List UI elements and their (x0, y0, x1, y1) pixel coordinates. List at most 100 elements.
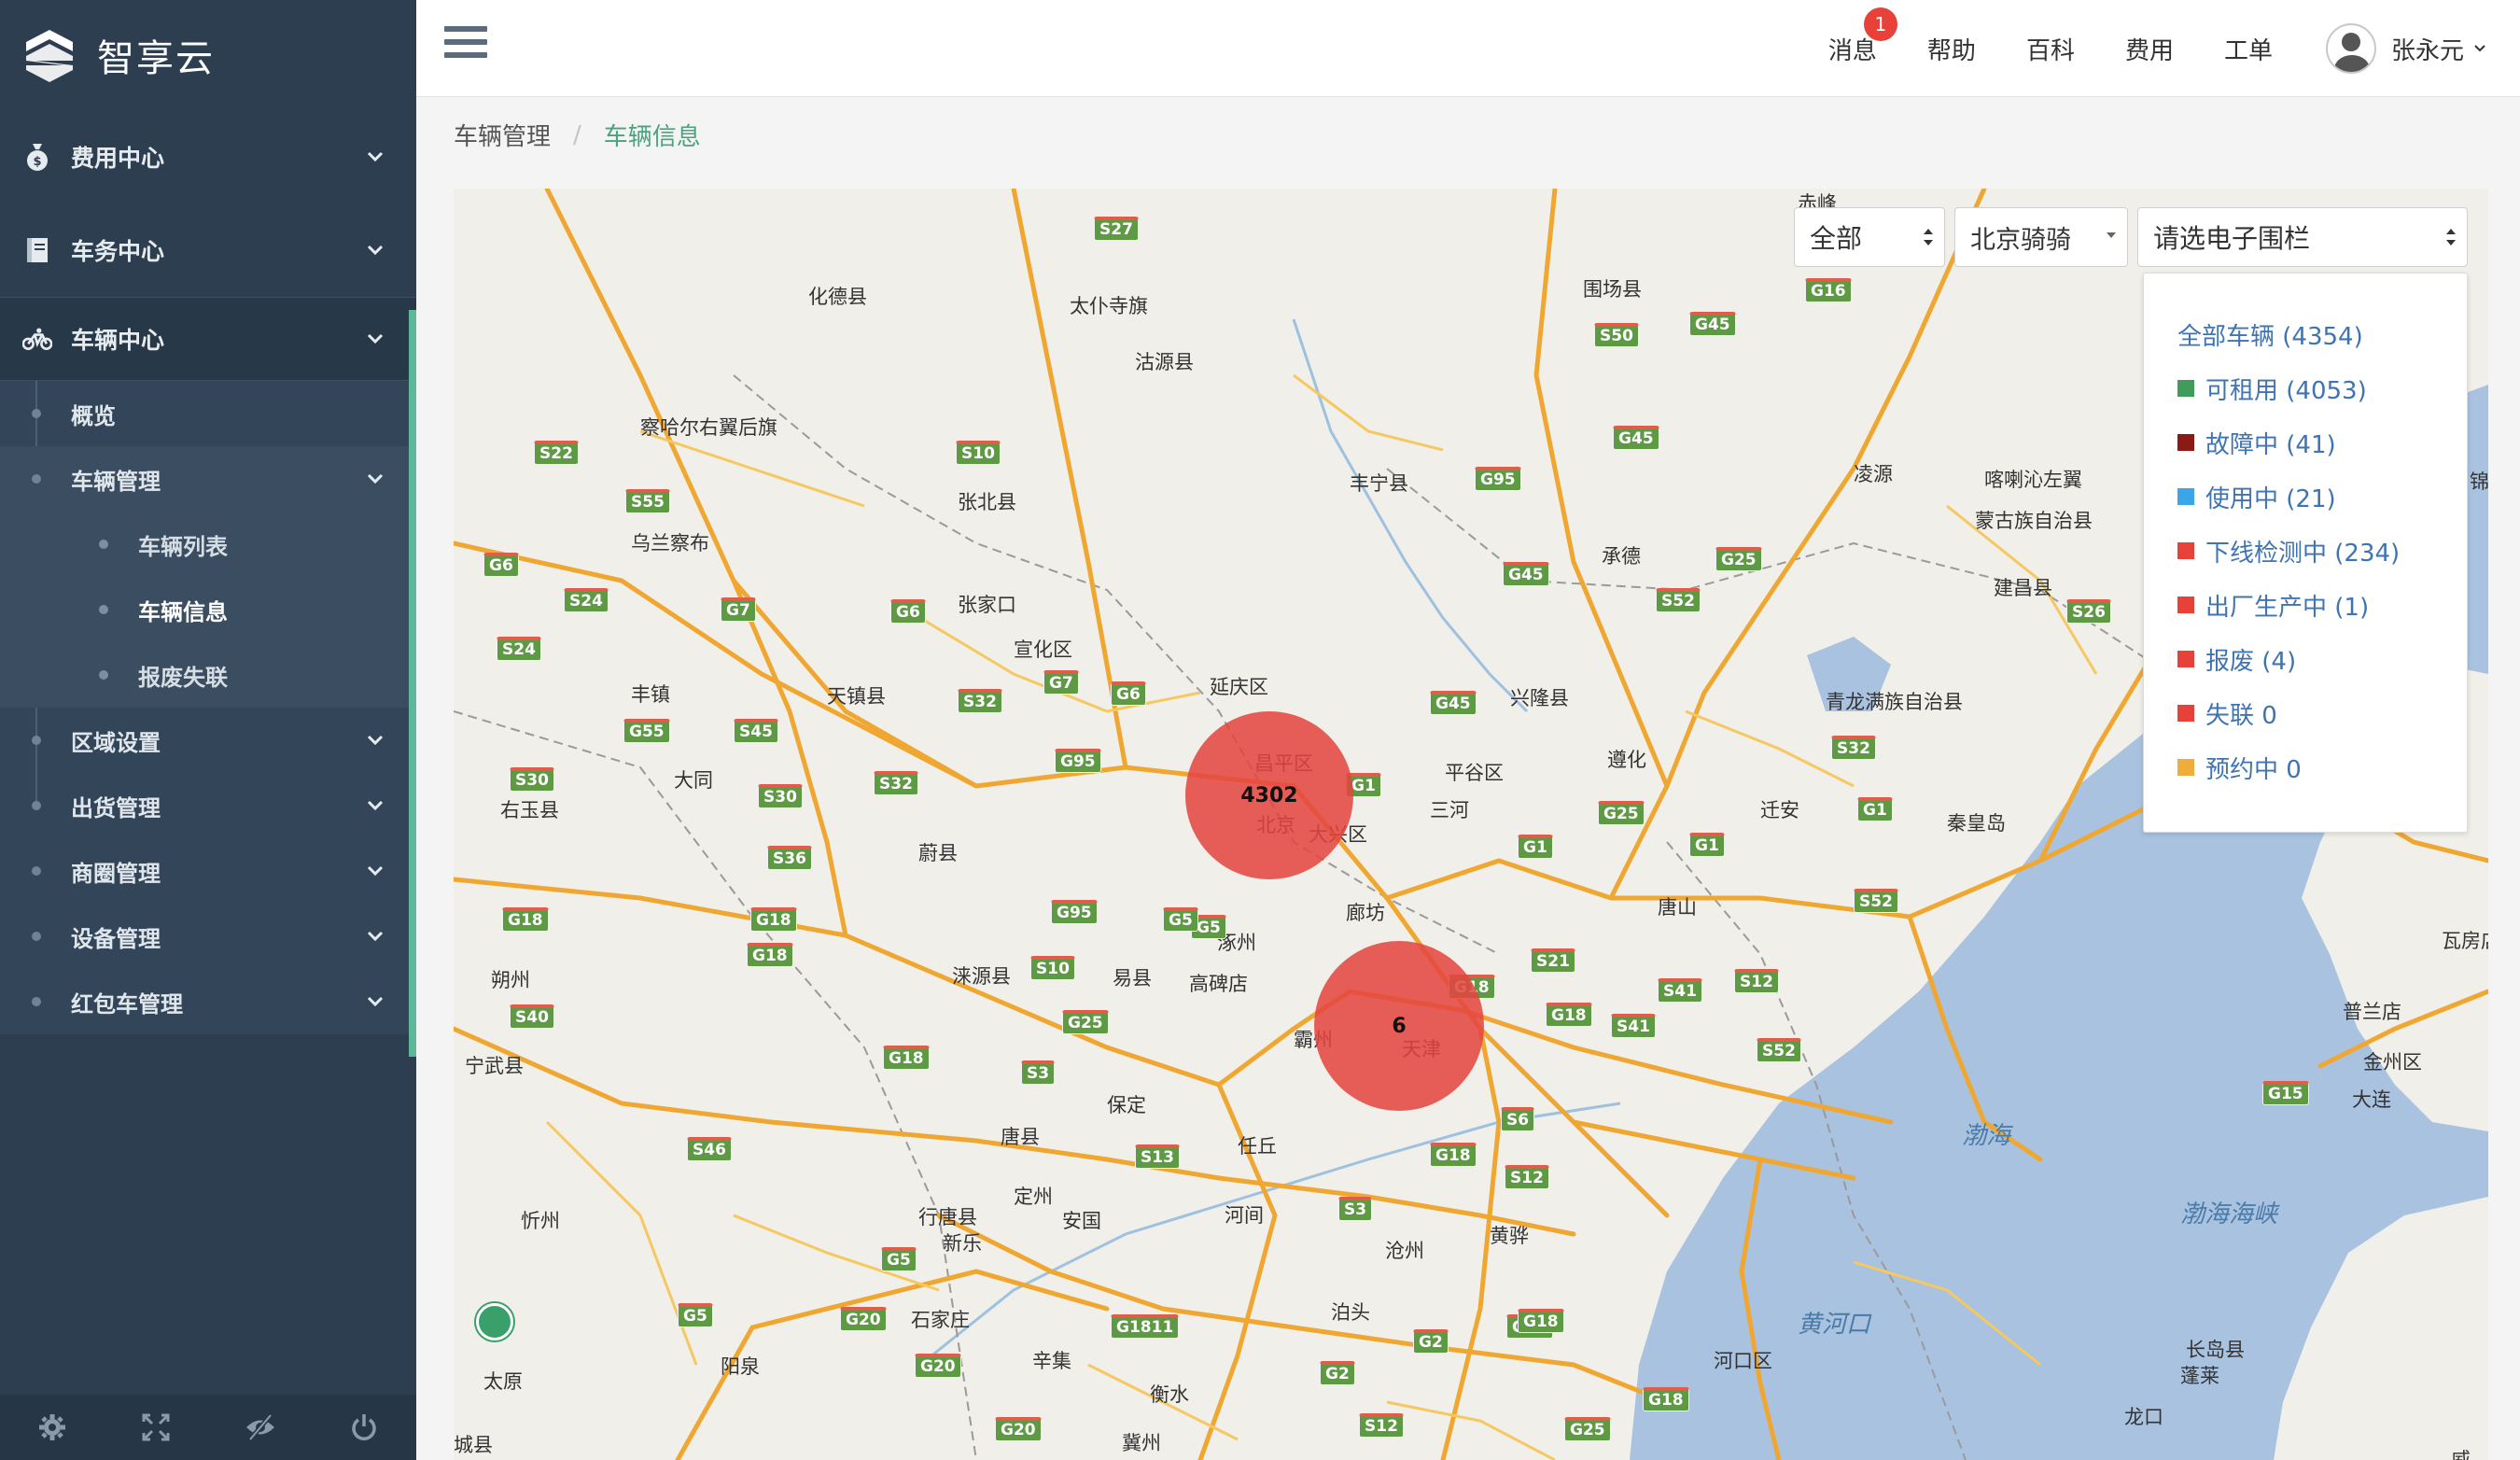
sidebar: 智享云 $ 费用中心 车务中心 车辆中心 概览 车辆管理 车辆列表 车辆信息 报… (0, 0, 416, 1460)
map-city-label: 廊坊 (1346, 902, 1385, 924)
map-city-label: 大连 (2352, 1088, 2391, 1111)
legend-item-faulty[interactable]: 故障中 (41) (2144, 415, 2467, 470)
settings-icon[interactable] (35, 1411, 69, 1444)
road-shield: G18 (747, 943, 793, 967)
road-shield: G6 (890, 599, 926, 624)
road-shield: G45 (1430, 691, 1477, 715)
road-shield: G45 (1613, 426, 1659, 450)
map-city-label: 凌源 (1854, 463, 1893, 485)
tree-dot (32, 997, 41, 1006)
tree-dot (99, 605, 108, 614)
legend-swatch (2177, 380, 2194, 397)
road-shield: G20 (995, 1417, 1042, 1441)
legend-item-lost[interactable]: 失联 0 (2144, 686, 2467, 740)
book-icon (22, 235, 52, 265)
map-cluster-tianjin[interactable]: 6 (1314, 941, 1484, 1111)
sidebar-item-shipping-management-label: 出货管理 (71, 794, 161, 821)
company-select-value: 北京骑骑 (1970, 225, 2071, 255)
sidebar-item-device-management-label: 设备管理 (71, 925, 161, 952)
bicycle-icon (22, 324, 52, 354)
road-shield: G5 (1163, 907, 1198, 932)
legend-label: 故障中 (41) (2205, 430, 2336, 459)
breadcrumb-parent[interactable]: 车辆管理 (454, 118, 551, 152)
menu-fee-center[interactable]: $ 费用中心 (0, 110, 416, 204)
legend-item-all[interactable]: 全部车辆 (4354) (2144, 307, 2467, 361)
user-menu[interactable]: 张永元 (2325, 23, 2486, 74)
eye-slash-icon[interactable] (244, 1411, 277, 1444)
map-city-label: 金州区 (2363, 1051, 2422, 1074)
brand-name: 智享云 (97, 37, 215, 80)
legend-item-offline-check[interactable]: 下线检测中 (234) (2144, 524, 2467, 578)
sidebar-item-vehicle-info-label: 车辆信息 (138, 598, 228, 625)
legend-item-in-use[interactable]: 使用中 (21) (2144, 470, 2467, 524)
road-shield: G20 (915, 1354, 961, 1378)
road-shield: G6 (483, 553, 519, 577)
hamburger-menu-icon[interactable] (444, 26, 487, 65)
sidebar-item-vehicle-list-label: 车辆列表 (138, 533, 228, 560)
road-shield: G6 (1111, 681, 1146, 706)
map-city-label: 高碑店 (1189, 973, 1248, 995)
sidebar-item-region-settings[interactable]: 区域设置 (0, 708, 416, 773)
road-shield: G18 (750, 907, 797, 932)
nav-fees[interactable]: 费用 (2125, 32, 2174, 66)
legend-swatch (2177, 542, 2194, 559)
sidebar-item-vehicle-management[interactable]: 车辆管理 (0, 446, 416, 512)
sidebar-item-business-circle[interactable]: 商圈管理 (0, 838, 416, 904)
chevron-down-icon (367, 800, 384, 811)
map-city-label: 迁安 (1760, 799, 1799, 821)
road-shield: G2 (1413, 1329, 1449, 1354)
map-city-label: 蓬莱 (2180, 1365, 2219, 1387)
bicycle-marker-icon[interactable] (476, 1303, 513, 1341)
map-city-label: 普兰店 (2343, 1001, 2401, 1023)
map-city-label: 行唐县 (918, 1206, 977, 1228)
legend-label: 使用中 (21) (2205, 484, 2336, 513)
sidebar-item-red-packet-management[interactable]: 红包车管理 (0, 969, 416, 1034)
road-shield: S32 (874, 771, 918, 795)
fullscreen-icon[interactable] (139, 1411, 173, 1444)
map-city-label: 化德县 (808, 286, 867, 308)
legend-item-available[interactable]: 可租用 (4053) (2144, 361, 2467, 415)
legend-label: 报废 (4) (2205, 647, 2297, 676)
map-city-label: 乌兰察布 (631, 532, 709, 555)
road-shield: G55 (623, 719, 670, 743)
sidebar-item-device-management[interactable]: 设备管理 (0, 904, 416, 969)
road-shield: S52 (1854, 889, 1898, 913)
sidebar-item-overview[interactable]: 概览 (0, 381, 416, 446)
menu-vehicle-center-label: 车辆中心 (71, 327, 165, 354)
map-city-label: 察哈尔右翼后旗 (640, 416, 777, 439)
top-nav: 消息 1 帮助 百科 费用 工单 张永元 (1803, 0, 2520, 97)
nav-help[interactable]: 帮助 (1927, 32, 1976, 66)
fence-select[interactable]: 请选电子围栏 (2137, 207, 2468, 267)
chevron-down-icon (367, 735, 384, 746)
power-icon[interactable] (347, 1411, 381, 1444)
sidebar-item-shipping-management[interactable]: 出货管理 (0, 773, 416, 838)
menu-service-center[interactable]: 车务中心 (0, 204, 416, 297)
road-shield: G7 (721, 597, 756, 622)
chevron-down-icon (367, 931, 384, 942)
map-city-label: 承德 (1602, 545, 1641, 568)
sidebar-item-red-packet-management-label: 红包车管理 (71, 990, 183, 1018)
map-city-label: 蒙古族自治县 (1975, 510, 2093, 532)
road-shield: G45 (1503, 562, 1549, 586)
nav-messages[interactable]: 消息 1 (1828, 7, 1897, 66)
map-cluster-beijing[interactable]: 4302 (1185, 711, 1353, 879)
nav-tickets[interactable]: 工单 (2224, 32, 2273, 66)
cluster-count: 6 (1392, 1014, 1407, 1038)
nav-wiki[interactable]: 百科 (2026, 32, 2075, 66)
legend-item-reserved[interactable]: 预约中 0 (2144, 740, 2467, 794)
legend-item-scrapped[interactable]: 报废 (4) (2144, 632, 2467, 686)
map-city-label: 右玉县 (500, 799, 559, 821)
sidebar-item-scrap-lost[interactable]: 报废失联 (0, 642, 416, 708)
status-select[interactable]: 全部 (1794, 207, 1945, 267)
map-city-label: 新乐 (943, 1232, 982, 1255)
company-select[interactable]: 北京骑骑 (1954, 207, 2128, 267)
sidebar-item-vehicle-info[interactable]: 车辆信息 (0, 577, 416, 642)
map-city-label: 三河 (1430, 799, 1469, 821)
sidebar-item-vehicle-list[interactable]: 车辆列表 (0, 512, 416, 577)
road-shield: G95 (1475, 467, 1521, 491)
road-shield: S24 (497, 637, 541, 661)
road-shield: S12 (1734, 969, 1779, 993)
legend-item-in-production[interactable]: 出厂生产中 (1) (2144, 578, 2467, 632)
menu-vehicle-center[interactable]: 车辆中心 (0, 298, 416, 380)
brand[interactable]: 智享云 (0, 0, 416, 110)
